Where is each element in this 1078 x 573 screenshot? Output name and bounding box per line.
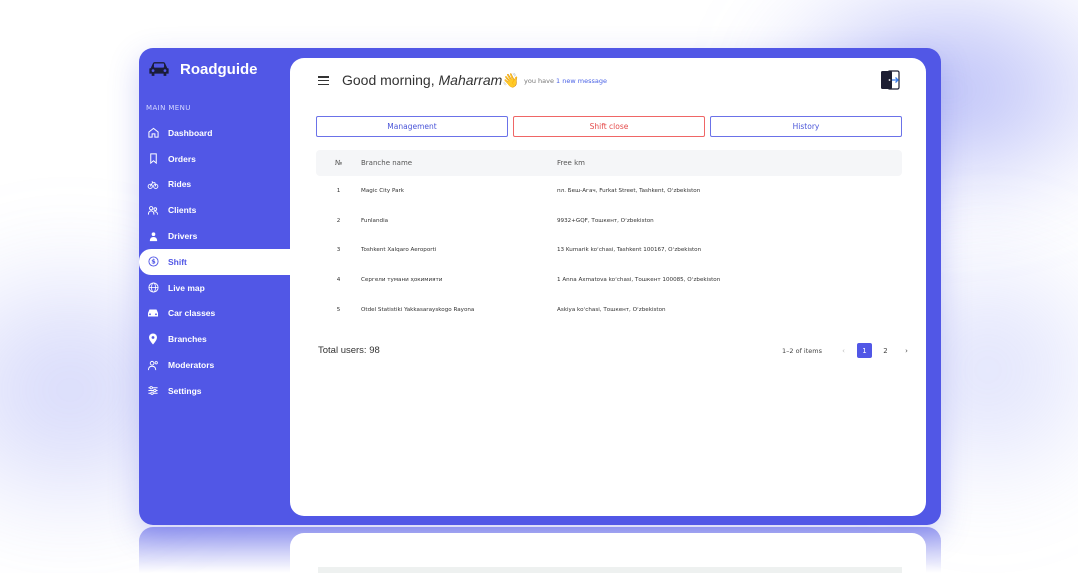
svg-text:$: $ — [151, 258, 156, 266]
sidebar-item-shift[interactable]: $ Shift — [139, 248, 290, 275]
sidebar-item-settings[interactable]: Settings — [139, 378, 290, 404]
cell-number: 5 — [336, 307, 341, 314]
sidebar-item-dashboard[interactable]: Dashboard — [139, 120, 290, 146]
bookmark-icon — [147, 153, 159, 165]
car-icon — [147, 307, 159, 319]
cell-free-km: пл. Беш-Агач, Furkat Street, Tashkent, O… — [557, 187, 701, 194]
table-row[interactable]: 2 Funlandia 9932+GQF, Тошкент, Oʻzbekist… — [316, 206, 902, 236]
main-panel: Good morning, Maharram👋 you have 1 new m… — [290, 58, 926, 516]
shift-tabs: Management Shift close History — [316, 116, 902, 137]
column-header-free-km[interactable]: Free km — [557, 159, 902, 167]
sidebar-item-label: Shift — [168, 256, 187, 267]
car-logo-icon — [149, 62, 169, 76]
user-name: Maharram — [438, 72, 503, 88]
globe-icon — [147, 282, 159, 294]
home-icon — [147, 127, 159, 139]
cell-number: 3 — [336, 247, 341, 254]
logout-icon[interactable] — [880, 70, 900, 90]
cell-branch: Otdel Statistiki Yakkasarayskogo Rayona — [361, 307, 475, 314]
cell-branch: Magic City Park — [361, 187, 405, 194]
column-header-branch[interactable]: Branche name — [361, 159, 557, 167]
menu-toggle-icon[interactable] — [318, 76, 329, 86]
tab-management[interactable]: Management — [316, 116, 508, 137]
pin-icon — [147, 333, 159, 345]
sidebar-item-orders[interactable]: Orders — [139, 146, 290, 172]
sidebar-item-label: Rides — [168, 179, 192, 190]
sliders-icon — [147, 385, 159, 397]
tab-shift-close[interactable]: Shift close — [513, 116, 705, 137]
sidebar-item-label: Live map — [168, 282, 205, 293]
table-row[interactable]: 4 Сергели тумани ҳокимияти 1 Anna Axmato… — [316, 265, 902, 295]
sidebar-item-label: Moderators — [168, 360, 215, 371]
tab-history[interactable]: History — [710, 116, 902, 137]
cell-number: 1 — [336, 187, 341, 194]
sidebar-menu: Dashboard Orders Rides Clients Drivers $… — [139, 120, 290, 404]
app-name: Roadguide — [180, 60, 258, 78]
map-strip-reflection — [318, 567, 902, 573]
sidebar-item-label: Drivers — [168, 231, 198, 242]
cell-number: 4 — [336, 277, 341, 284]
table-header: № Branche name Free km — [316, 150, 902, 176]
sidebar-item-label: Car classes — [168, 308, 216, 319]
next-page-button[interactable]: › — [899, 343, 914, 358]
page-button-2[interactable]: 2 — [878, 343, 893, 358]
dollar-icon: $ — [147, 256, 159, 268]
table-row[interactable]: 3 Toshkent Xalqaro Aeroporti 13 Kumarik … — [316, 236, 902, 266]
column-header-number[interactable]: № — [316, 159, 361, 167]
sidebar-item-clients[interactable]: Clients — [139, 197, 290, 223]
sidebar-item-label: Dashboard — [168, 127, 213, 138]
total-users: Total users: 98 — [318, 345, 380, 356]
cell-free-km: 1 Anna Axmatova koʻchasi, Тошкент 100085… — [557, 277, 721, 284]
sidebar-item-moderators[interactable]: Moderators — [139, 352, 290, 378]
cell-free-km: Askiya koʻchasi, Тошкент, Oʻzbekiston — [557, 307, 666, 314]
greeting: Good morning, Maharram👋 — [342, 72, 520, 89]
brand[interactable]: Roadguide — [148, 60, 258, 78]
sidebar-item-car-classes[interactable]: Car classes — [139, 301, 290, 327]
table-row[interactable]: 5 Otdel Statistiki Yakkasarayskogo Rayon… — [316, 295, 902, 325]
sidebar-item-label: Branches — [168, 334, 207, 345]
branches-table: № Branche name Free km 1 Magic City Park… — [316, 150, 902, 325]
cell-branch: Сергели тумани ҳокимияти — [361, 277, 443, 284]
driver-icon — [147, 230, 159, 242]
message-notice: you have 1 new message — [524, 77, 607, 85]
sidebar-item-label: Settings — [168, 385, 202, 396]
new-message-link[interactable]: 1 new message — [556, 77, 607, 85]
users-icon — [147, 204, 159, 216]
pagination: 1–2 of items ‹ 1 2 › — [782, 343, 914, 358]
sidebar-item-branches[interactable]: Branches — [139, 326, 290, 352]
sidebar-item-drivers[interactable]: Drivers — [139, 223, 290, 249]
greeting-text: Good morning, — [342, 72, 435, 88]
cell-free-km: 13 Kumarik koʻchasi, Tashkent 100167, Oʻ… — [557, 247, 702, 254]
pagination-range: 1–2 of items — [782, 346, 822, 355]
main-menu-caption: MAIN MENU — [146, 104, 191, 112]
sidebar-item-label: Clients — [168, 205, 197, 216]
bike-icon — [147, 178, 159, 190]
cell-branch: Toshkent Xalqaro Aeroporti — [361, 247, 437, 254]
cell-branch: Funlandia — [361, 217, 389, 224]
moderators-icon — [147, 359, 159, 371]
sidebar-item-live-map[interactable]: Live map — [139, 275, 290, 301]
page-button-1[interactable]: 1 — [857, 343, 872, 358]
sidebar-item-label: Orders — [168, 153, 196, 164]
prev-page-button[interactable]: ‹ — [836, 343, 851, 358]
cell-number: 2 — [336, 217, 341, 224]
table-row[interactable]: 1 Magic City Park пл. Беш-Агач, Furkat S… — [316, 176, 902, 206]
cell-free-km: 9932+GQF, Тошкент, Oʻzbekiston — [557, 217, 654, 224]
message-prefix: you have — [524, 77, 554, 85]
sidebar-item-rides[interactable]: Rides — [139, 172, 290, 198]
wave-emoji: 👋 — [502, 72, 520, 88]
